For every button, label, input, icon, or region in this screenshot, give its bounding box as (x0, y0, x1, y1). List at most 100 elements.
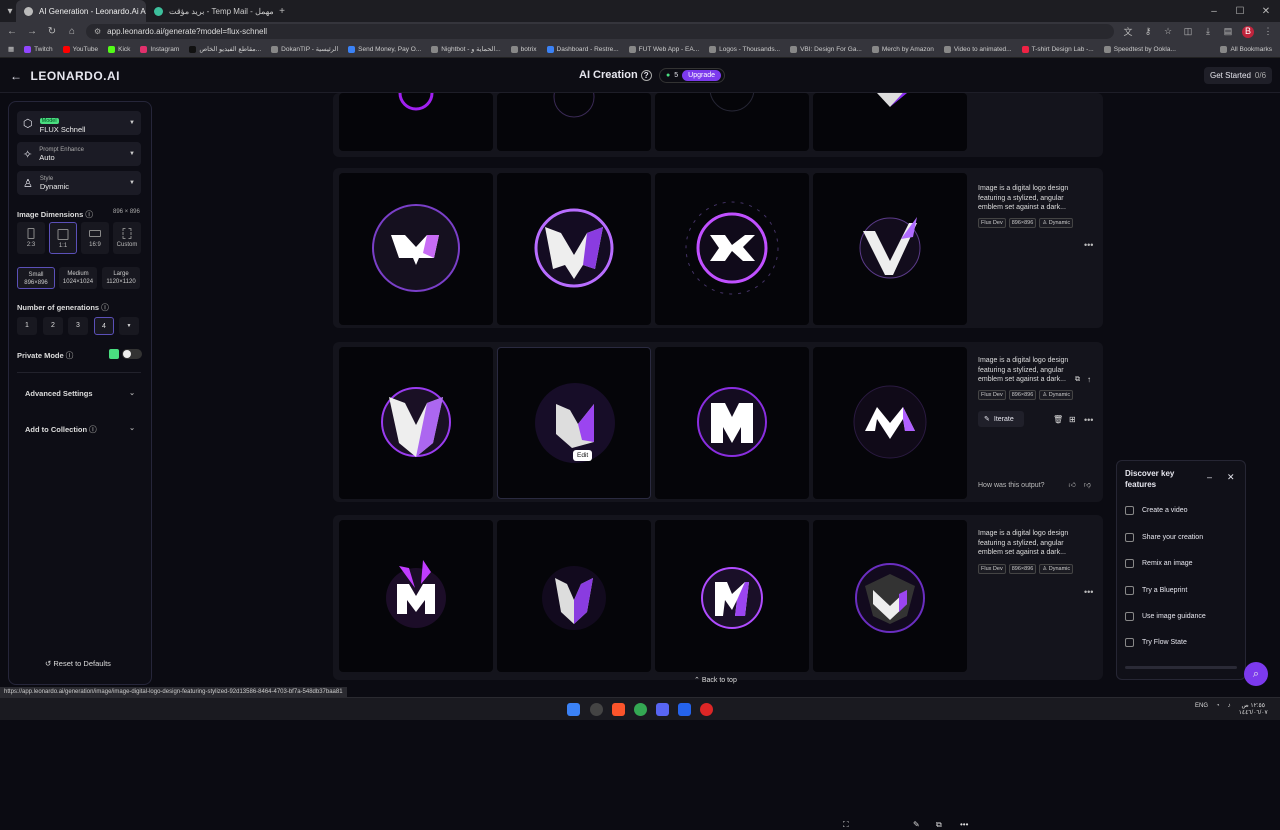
bookmark-item[interactable]: مقاطع الفيديو الخاص... (189, 45, 261, 53)
bookmark-item[interactable]: Send Money, Pay O... (348, 45, 421, 53)
panel-scrollbar[interactable] (1125, 666, 1237, 669)
credits-pill[interactable]: ● 5 Upgrade (659, 68, 725, 83)
generated-image[interactable] (655, 173, 809, 325)
more-options-icon[interactable]: ••• (1084, 240, 1093, 250)
open-icon[interactable]: ⧉ (936, 820, 942, 830)
size-large[interactable]: Large 1120×1120 (102, 267, 140, 289)
windows-start-icon[interactable] (567, 703, 580, 716)
reuse-prompt-icon[interactable]: ↑ (1087, 375, 1091, 384)
generated-image[interactable] (339, 520, 493, 672)
ratio-16-9[interactable]: 16:9 (81, 222, 109, 254)
bookmark-item[interactable]: Dashboard - Restre... (546, 45, 619, 53)
more-options-icon[interactable]: ••• (1084, 587, 1093, 597)
generated-image[interactable] (655, 93, 809, 151)
browser-tab-tempmail[interactable]: بريد مؤقت - Temp Mail - مهمل ✕ (146, 0, 276, 22)
bookmark-item[interactable]: YouTube (62, 45, 98, 53)
bookmark-item[interactable]: DokanTIP - الرئيسية (271, 45, 338, 53)
feature-try-blueprint[interactable]: Try a Blueprint (1125, 586, 1187, 595)
feature-remix-image[interactable]: Remix an image (1125, 559, 1193, 568)
reload-icon[interactable]: ↻ (46, 26, 58, 37)
app-icon[interactable] (700, 703, 713, 716)
discord-icon[interactable] (656, 703, 669, 716)
info-icon[interactable]: ⓘ (101, 303, 109, 312)
upgrade-button[interactable]: Upgrade (682, 70, 721, 81)
thumbs-down-icon[interactable]: 👎︎ (1084, 482, 1091, 489)
translate-icon[interactable]: 文 (1122, 25, 1134, 38)
ratio-2-3[interactable]: 2:3 (17, 222, 45, 254)
delete-icon[interactable]: 🗑 (1053, 415, 1063, 424)
image-more-icon[interactable]: ••• (960, 820, 968, 829)
bookmark-item[interactable]: Logos - Thousands... (709, 45, 780, 53)
password-icon[interactable]: ⚷ (1142, 26, 1154, 37)
generated-image[interactable] (339, 93, 493, 151)
upscale-icon[interactable]: ⛶ (843, 820, 849, 830)
info-icon[interactable]: ⓘ (85, 210, 93, 219)
generated-image[interactable] (813, 93, 967, 151)
apps-icon[interactable]: ▦ (8, 45, 14, 53)
volume-icon[interactable]: ♪ (1228, 703, 1231, 717)
home-icon[interactable]: ⌂ (66, 26, 78, 37)
close-window-icon[interactable]: ✕ (1260, 6, 1272, 17)
advanced-settings-accordion[interactable]: Advanced Settings ⌄ (25, 389, 135, 398)
feature-create-video[interactable]: Create a video (1125, 506, 1188, 515)
generations-1[interactable]: 1 (17, 317, 37, 335)
bookmark-item[interactable]: Twitch (24, 45, 53, 53)
generated-image[interactable] (655, 347, 809, 499)
language-indicator[interactable]: ENG (1195, 703, 1208, 717)
help-icon[interactable]: ? (640, 70, 652, 81)
leonardo-logo[interactable]: ← LEONARDO.AI (10, 69, 120, 83)
generated-image[interactable] (339, 173, 493, 325)
generated-image-hovered[interactable] (497, 347, 651, 499)
generations-more-dropdown[interactable]: ▼ (119, 317, 139, 335)
chrome-icon[interactable] (634, 703, 647, 716)
generations-3[interactable]: 3 (68, 317, 88, 335)
bookmark-item[interactable]: VBI: Design For Ga... (790, 45, 862, 53)
profile-avatar-icon[interactable]: B (1242, 25, 1254, 38)
add-to-collection-accordion[interactable]: Add to Collection ⓘ ⌄ (25, 424, 135, 435)
generated-image[interactable] (813, 347, 967, 499)
tab-search-icon[interactable]: ▾ (4, 6, 16, 17)
iterate-button[interactable]: ✎ Iterate (978, 411, 1024, 427)
feature-share-creation[interactable]: Share your creation (1125, 533, 1203, 542)
model-select[interactable]: ⬡ Model FLUX Schnell ▼ (17, 111, 141, 135)
generated-image[interactable] (655, 520, 809, 672)
bookmark-item[interactable]: Kick (108, 45, 130, 53)
generations-4[interactable]: 4 (94, 317, 114, 335)
url-input[interactable]: ⚙ app.leonardo.ai/generate?model=flux-sch… (86, 24, 1114, 39)
browser-menu-icon[interactable]: ⋮ (1262, 26, 1274, 37)
generations-2[interactable]: 2 (43, 317, 63, 335)
add-collection-icon[interactable]: ⊞ (1069, 415, 1076, 424)
maximize-window-icon[interactable]: ☐ (1234, 6, 1246, 17)
bookmark-item[interactable]: Video to animated... (943, 45, 1012, 53)
generated-image[interactable] (813, 520, 967, 672)
size-small[interactable]: Small 896×896 (17, 267, 55, 289)
forward-icon[interactable]: → (26, 26, 38, 37)
wifi-icon[interactable]: ◔ (1216, 703, 1220, 717)
info-icon[interactable]: ⓘ (66, 351, 74, 360)
size-medium[interactable]: Medium 1024×1024 (59, 267, 97, 289)
new-tab-icon[interactable]: + (276, 6, 288, 17)
generated-image[interactable] (339, 347, 493, 499)
bookmark-item[interactable]: Nightbot - الحماية و... (431, 45, 501, 53)
info-icon[interactable]: ⓘ (89, 425, 97, 434)
app-icon[interactable] (678, 703, 691, 716)
get-started-button[interactable]: Get Started 0/6 (1204, 67, 1273, 84)
bookmark-star-icon[interactable]: ☆ (1162, 26, 1174, 37)
thumbs-up-icon[interactable]: 👍︎ (1069, 482, 1076, 489)
minimize-window-icon[interactable]: – (1208, 6, 1220, 17)
bookmark-item[interactable]: T-shirt Design Lab -... (1021, 45, 1094, 53)
edit-icon[interactable]: ✎ (913, 820, 920, 829)
generated-image[interactable] (497, 173, 651, 325)
copy-prompt-icon[interactable]: ⧉ (1075, 376, 1080, 384)
more-options-icon[interactable]: ••• (1084, 415, 1093, 425)
search-icon[interactable]: ⌕ (1244, 662, 1268, 686)
bookmark-item[interactable]: Speedtest by Ookla... (1103, 45, 1176, 53)
bookmark-item[interactable]: Instagram (140, 45, 179, 53)
generated-image[interactable] (497, 93, 651, 151)
download-icon[interactable]: ⤓ (1202, 26, 1214, 37)
bookmark-item[interactable]: botrix (510, 45, 537, 53)
side-panel-icon[interactable]: ▤ (1222, 26, 1234, 37)
bookmark-item[interactable]: Merch by Amazon (871, 45, 934, 53)
minimize-panel-icon[interactable]: – (1207, 472, 1212, 482)
close-panel-icon[interactable]: ✕ (1227, 472, 1235, 483)
